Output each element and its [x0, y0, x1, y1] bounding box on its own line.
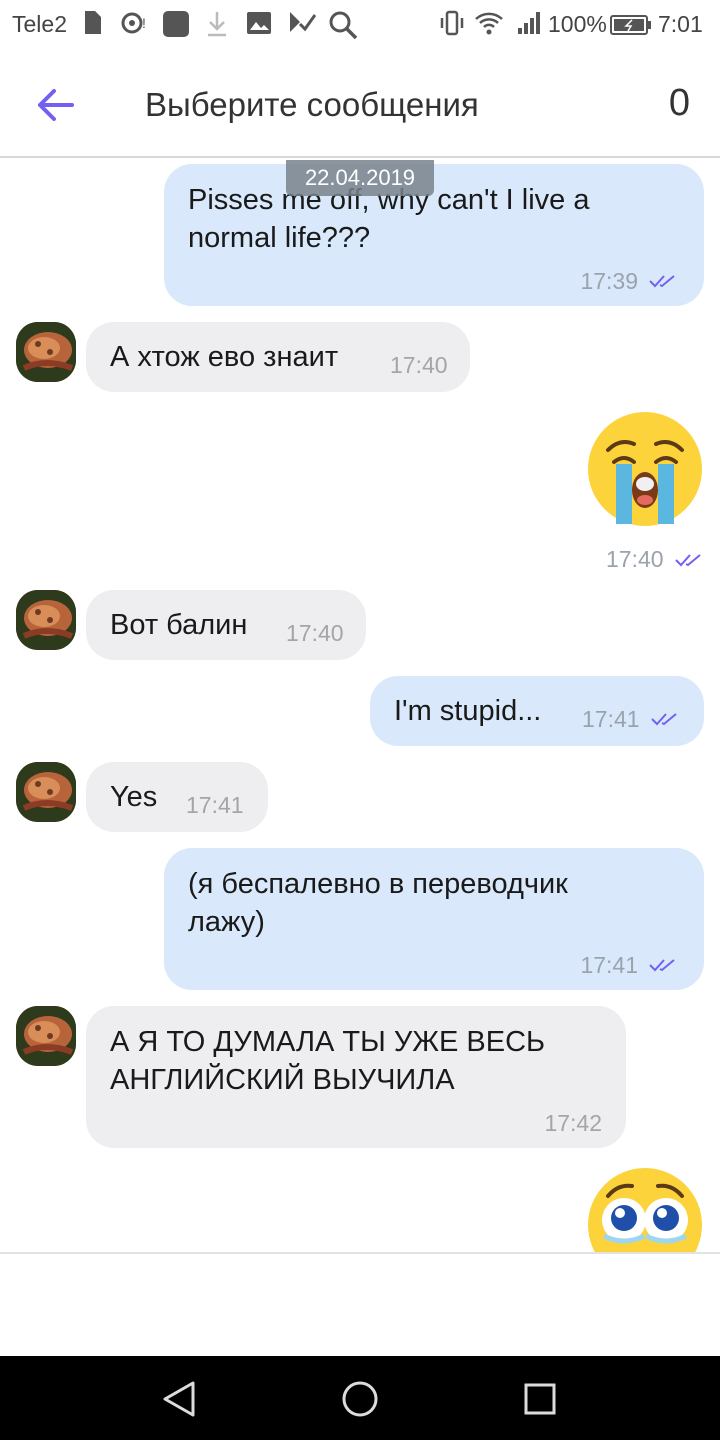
message-time: 17:40	[390, 352, 448, 378]
sim-card-icon	[82, 10, 102, 42]
system-nav-bar	[0, 1356, 720, 1440]
vibrate-icon	[440, 10, 464, 42]
message-meta: 17:40	[606, 546, 706, 573]
selected-count: 0	[668, 82, 690, 124]
read-receipt-icon	[650, 713, 677, 726]
nav-recents-button[interactable]	[517, 1376, 563, 1422]
incoming-message[interactable]: А Я ТО ДУМАЛА ТЫ УЖЕ ВЕСЬ АНГЛИЙСКИЙ ВЫУ…	[86, 1006, 626, 1148]
signal-icon	[516, 10, 542, 42]
svg-text:!: !	[142, 15, 146, 31]
clock: 7:01	[658, 11, 703, 37]
status-bar: Tele2 ! 100% 7:01	[0, 0, 720, 50]
message-text: Вот балин	[110, 609, 248, 641]
message-time: 17:41	[186, 792, 244, 818]
battery-percent: 100%	[548, 11, 607, 37]
incoming-message[interactable]: А хтож ево знаит 17:40	[86, 322, 470, 392]
message-text: А хтож ево знаит	[110, 341, 339, 373]
message-time: 17:41	[580, 952, 638, 978]
avatar[interactable]	[16, 322, 76, 382]
message-text: (я беспалевно в переводчик лажу)	[188, 868, 568, 938]
message-time: 17:42	[544, 1110, 602, 1136]
incoming-message[interactable]: Yes 17:41	[86, 762, 268, 832]
message-text: Yes	[110, 781, 158, 813]
message-text: I'm stupid...	[394, 695, 542, 727]
nav-back-button[interactable]	[156, 1376, 202, 1422]
snake-avatar-icon	[16, 1006, 76, 1066]
home-circle-icon	[342, 1381, 378, 1417]
battery-icon	[610, 14, 652, 42]
pleading-face-sticker[interactable]	[586, 1166, 704, 1252]
app-notification-icon	[162, 10, 190, 44]
message-time: 17:40	[606, 546, 664, 572]
image-icon	[246, 10, 272, 42]
nav-home-button[interactable]	[337, 1376, 383, 1422]
snake-avatar-icon	[16, 762, 76, 822]
hotspot-icon: !	[120, 10, 148, 42]
message-text: А Я ТО ДУМАЛА ТЫ УЖЕ ВЕСЬ АНГЛИЙСКИЙ ВЫУ…	[110, 1026, 546, 1096]
back-button[interactable]	[30, 80, 80, 130]
read-receipt-icon	[649, 959, 675, 972]
search-status-icon	[328, 10, 358, 46]
selection-header: Выберите сообщения 0	[0, 50, 720, 158]
download-icon	[206, 10, 228, 44]
recents-square-icon	[524, 1383, 556, 1415]
check-list-icon	[288, 10, 317, 42]
read-receipt-icon	[674, 553, 701, 566]
pleading-face-icon	[588, 1168, 702, 1252]
avatar[interactable]	[16, 762, 76, 822]
message-meta: 17:39	[580, 262, 680, 300]
outgoing-message[interactable]: Pisses me off, why can't I live a normal…	[164, 164, 704, 306]
composer-area[interactable]	[0, 1252, 720, 1356]
message-time: 17:41	[582, 706, 640, 732]
carrier-label: Tele2	[12, 11, 67, 37]
incoming-message[interactable]: Вот балин 17:40	[86, 590, 366, 660]
wifi-icon	[474, 10, 504, 42]
date-chip: 22.04.2019	[286, 160, 434, 196]
outgoing-message[interactable]: (я беспалевно в переводчик лажу) 17:41	[164, 848, 704, 990]
message-time: 17:40	[286, 620, 344, 646]
avatar[interactable]	[16, 590, 76, 650]
avatar[interactable]	[16, 1006, 76, 1066]
crying-face-sticker[interactable]	[586, 410, 704, 528]
message-time: 17:39	[580, 268, 638, 294]
message-list[interactable]: Pisses me off, why can't I live a normal…	[0, 160, 720, 1252]
message-meta: 17:41	[582, 700, 682, 738]
outgoing-message[interactable]: I'm stupid... 17:41	[370, 676, 704, 746]
crying-face-icon	[588, 412, 702, 526]
back-arrow-icon	[38, 89, 74, 121]
page-title: Выберите сообщения	[145, 86, 479, 123]
message-meta: 17:41	[580, 946, 680, 984]
back-triangle-icon	[163, 1381, 195, 1417]
snake-avatar-icon	[16, 590, 76, 650]
snake-avatar-icon	[16, 322, 76, 382]
read-receipt-icon	[649, 275, 675, 288]
